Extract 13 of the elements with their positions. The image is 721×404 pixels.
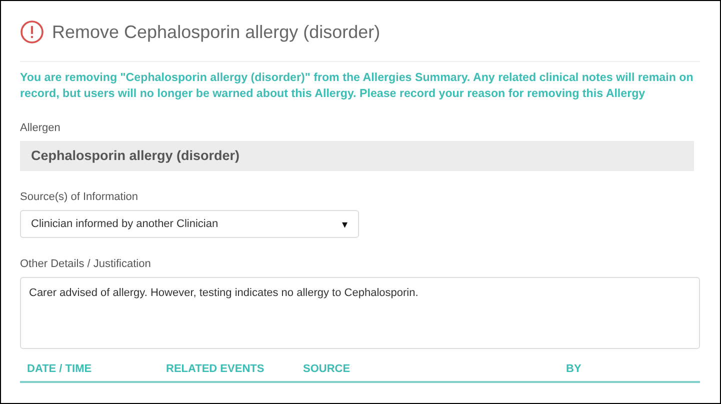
details-field[interactable]: Carer advised of allergy. However, testing indicates no allergy to Cephalosporin. <box>20 277 700 349</box>
column-header: SOURCE <box>303 363 352 375</box>
field-label: Other Details / Justification <box>20 258 152 270</box>
alert-icon <box>20 20 44 44</box>
column-header: RELATED EVENTS <box>166 363 266 375</box>
source-dropdown[interactable]: Clinician informed by another Clinician ▾ <box>20 210 359 238</box>
column-header: DATE / TIME <box>27 363 93 375</box>
field-label: Source(s) of Information <box>20 191 139 203</box>
dialog-title: Remove Cephalosporin allergy (disorder) <box>52 22 380 42</box>
warning-message: You are removing "Cephalosporin allergy (disorder)" from the Allergies Summary. Any related clinical notes will remain on record, but users will no longer be warned about this Allergy. Please record your reason for removing this Allergy <box>20 70 694 102</box>
allergen-field: Cephalosporin allergy (disorder) <box>20 141 694 171</box>
column-header: BY <box>566 363 582 375</box>
field-label: Allergen <box>20 122 62 134</box>
